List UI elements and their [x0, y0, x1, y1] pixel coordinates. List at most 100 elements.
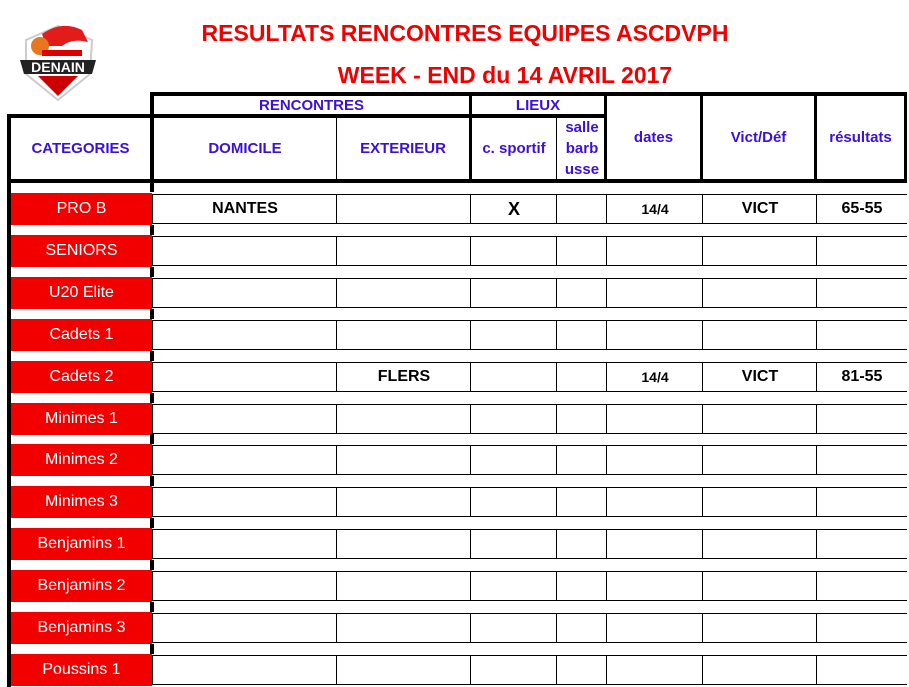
gap-border [150, 434, 154, 445]
category-cell: Minimes 1 [11, 402, 152, 435]
resultat-cell [816, 277, 907, 308]
salle-cell [556, 361, 607, 392]
domicile-cell [152, 403, 337, 434]
svg-text:DENAIN: DENAIN [31, 59, 85, 75]
resultat-cell [816, 235, 907, 266]
resultat-cell [816, 613, 907, 643]
vict-cell: VICT [702, 194, 817, 224]
vict-cell [702, 445, 817, 476]
vict-cell [702, 277, 817, 308]
header-domicile: DOMICILE [208, 140, 282, 157]
c-sportif-cell: X [470, 194, 557, 224]
domicile-cell [152, 319, 337, 350]
domicile-cell [152, 235, 337, 266]
category-cell: Cadets 2 [11, 360, 152, 393]
c-sportif-cell [470, 319, 557, 350]
header-dates: dates [633, 129, 674, 146]
exterieur-cell: FLERS [336, 361, 471, 392]
date-cell [606, 319, 703, 350]
vict-cell [702, 319, 817, 350]
vict-cell [702, 571, 817, 602]
date-cell: 14/4 [606, 361, 703, 392]
gap-border [150, 476, 154, 487]
c-sportif-cell [470, 487, 557, 518]
category-cell: Benjamins 2 [11, 570, 152, 603]
gap-border [150, 518, 154, 529]
exterieur-cell [336, 613, 471, 643]
resultat-cell [816, 487, 907, 518]
category-cell: Poussins 1 [11, 653, 152, 686]
category-cell: Cadets 1 [11, 318, 152, 351]
category-cell: Benjamins 1 [11, 528, 152, 561]
resultat-cell: 65-55 [816, 194, 907, 224]
domicile-cell [152, 571, 337, 602]
gap-border [150, 643, 154, 654]
gap-border [150, 350, 154, 361]
vict-cell [702, 654, 817, 685]
domicile-cell [152, 613, 337, 643]
resultat-cell: 81-55 [816, 361, 907, 392]
c-sportif-cell [470, 529, 557, 560]
resultat-cell [816, 403, 907, 434]
vict-cell [702, 529, 817, 560]
exterieur-cell [336, 403, 471, 434]
category-cell: PRO B [11, 193, 152, 225]
exterieur-cell [336, 319, 471, 350]
gap-border [150, 266, 154, 277]
salle-cell [556, 654, 607, 685]
salle-cell [556, 487, 607, 518]
exterieur-cell [336, 654, 471, 685]
category-cell: Benjamins 3 [11, 612, 152, 644]
exterieur-cell [336, 529, 471, 560]
c-sportif-cell [470, 445, 557, 476]
gap-border [150, 560, 154, 571]
date-cell [606, 445, 703, 476]
vict-cell [702, 235, 817, 266]
exterieur-cell [336, 445, 471, 476]
category-cell: U20 Elite [11, 276, 152, 309]
domicile-cell [152, 654, 337, 685]
exterieur-cell [336, 194, 471, 224]
c-sportif-cell [470, 654, 557, 685]
date-cell [606, 403, 703, 434]
date-cell [606, 654, 703, 685]
salle-cell [556, 571, 607, 602]
vict-cell [702, 403, 817, 434]
date-cell [606, 529, 703, 560]
salle-cell [556, 194, 607, 224]
salle-cell [556, 529, 607, 560]
resultat-cell [816, 571, 907, 602]
gap-border [150, 392, 154, 403]
exterieur-cell [336, 277, 471, 308]
col-border [904, 92, 907, 183]
vict-cell: VICT [702, 361, 817, 392]
c-sportif-cell [470, 277, 557, 308]
date-cell: 14/4 [606, 194, 703, 224]
date-cell [606, 277, 703, 308]
category-cell: Minimes 3 [11, 486, 152, 519]
club-logo: DENAIN [12, 12, 104, 104]
header-lieux: LIEUX [515, 96, 561, 114]
salle-cell [556, 235, 607, 266]
salle-cell [556, 277, 607, 308]
header-vict-def: Vict/Déf [730, 129, 787, 146]
vict-cell [702, 487, 817, 518]
exterieur-cell [336, 487, 471, 518]
domicile-cell [152, 487, 337, 518]
exterieur-cell [336, 571, 471, 602]
gap-border [150, 308, 154, 319]
date-cell [606, 235, 703, 266]
vict-cell [702, 613, 817, 643]
gap-border [150, 602, 154, 612]
c-sportif-cell [470, 361, 557, 392]
header-resultats: résultats [829, 129, 892, 146]
date-cell [606, 613, 703, 643]
header-salle: salle barb usse [564, 119, 600, 178]
domicile-cell [152, 529, 337, 560]
header-categories: CATEGORIES [31, 140, 130, 157]
exterieur-cell [336, 235, 471, 266]
domicile-cell [152, 445, 337, 476]
c-sportif-cell [470, 571, 557, 602]
header-c-sportif: c. sportif [482, 140, 546, 157]
salle-cell [556, 613, 607, 643]
